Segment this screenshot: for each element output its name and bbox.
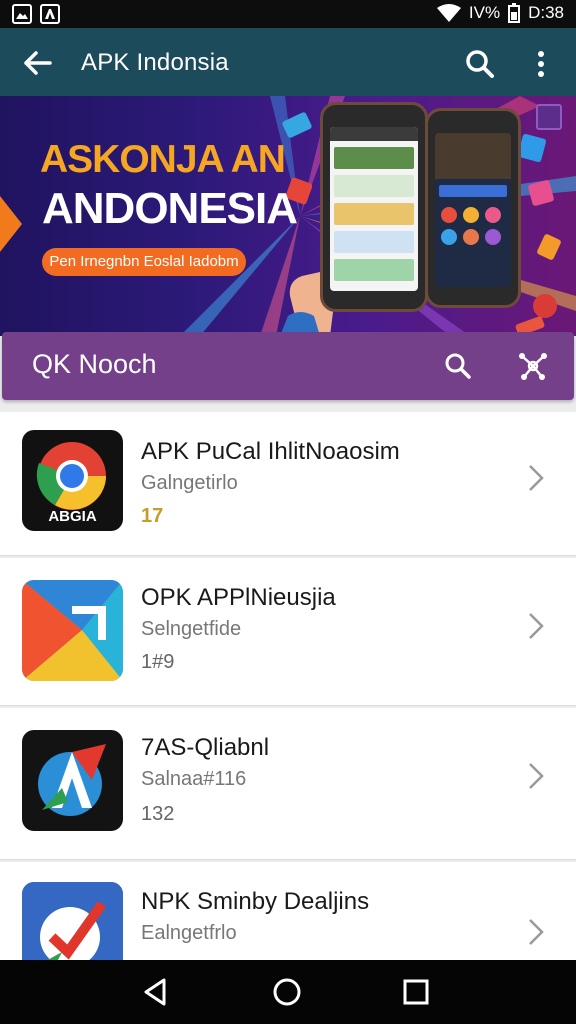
chevron-right-icon	[529, 763, 544, 789]
item-title: 7AS-Qliabnl	[141, 734, 270, 761]
clock: D:38	[528, 3, 564, 22]
item-meta: 132	[141, 803, 175, 825]
overflow-menu-button[interactable]	[528, 46, 554, 82]
nav-back-button[interactable]	[140, 976, 172, 1008]
circle-home-icon	[273, 978, 301, 1006]
phone-illustration-left	[320, 102, 428, 312]
chevron-right-icon	[529, 465, 544, 491]
triangle-back-icon	[144, 978, 166, 1006]
arrow-left-icon	[24, 51, 52, 75]
section-header-bar: QK Nooch	[2, 332, 574, 400]
item-title: APK PuCal IhlitNoaosim	[141, 438, 400, 465]
chevron-right-icon	[529, 919, 544, 945]
battery-icon	[508, 3, 521, 23]
promo-banner[interactable]: ASKONJA AN ANDONESIA Pen Irnegnbn Eoslal…	[0, 96, 576, 336]
banner-badge-icon	[536, 104, 562, 130]
banner-cta-button[interactable]: Pen Irnegnbn Eoslal Iadobm	[42, 248, 246, 276]
gallery-notification-icon	[12, 4, 32, 24]
nav-home-button[interactable]	[271, 976, 303, 1008]
item-subtitle: Galngetirlo	[141, 472, 238, 494]
page-title: APK Indonsia	[81, 49, 229, 76]
search-button[interactable]	[462, 46, 498, 82]
screen: IV% D:38 APK Indonsia ASKONJA AN ANDONES…	[0, 0, 576, 1024]
nav-recents-button[interactable]	[400, 976, 432, 1008]
banner-headline-secondary: ANDONESIA	[42, 184, 298, 233]
list-item[interactable]: 7AS-Qliabnl Salnaa#116 132	[0, 708, 576, 860]
list-item[interactable]: OPK APPlNieusjia Selngetfide 1#9	[0, 558, 576, 706]
search-icon	[445, 353, 471, 379]
list-item[interactable]: NPK Sminby Dealjins Ealngetfrlo	[0, 862, 576, 983]
section-search-button[interactable]	[442, 350, 474, 382]
system-nav-bar	[0, 960, 576, 1024]
app-icon-label: ABGIA	[48, 508, 97, 525]
search-icon	[466, 50, 494, 78]
a-logo-icon	[22, 730, 123, 831]
section-title: QK Nooch	[32, 349, 157, 379]
wifi-icon	[436, 4, 461, 22]
app-bar: APK Indonsia	[0, 28, 576, 96]
item-subtitle: Salnaa#116	[141, 768, 247, 790]
section-share-button[interactable]	[516, 350, 550, 382]
back-button[interactable]	[18, 46, 56, 80]
banner-headline: ASKONJA AN	[40, 138, 286, 181]
item-title: NPK Sminby Dealjins	[141, 888, 370, 915]
share-nodes-icon	[519, 353, 547, 380]
item-title: OPK APPlNieusjia	[141, 584, 336, 611]
more-vert-icon	[538, 51, 544, 77]
list-item[interactable]: ABGIA APK PuCal IhlitNoaosim Galngetirlo…	[0, 412, 576, 556]
banner-arrow-decoration	[0, 196, 22, 252]
signal-text: IV%	[468, 3, 501, 22]
square-recents-icon	[403, 979, 429, 1005]
chevron-right-icon	[529, 613, 544, 639]
item-meta: 1#9	[141, 651, 175, 673]
item-subtitle: Selngetfide	[141, 618, 242, 640]
store-notification-icon	[40, 4, 60, 24]
status-bar: IV% D:38	[0, 0, 576, 28]
item-subtitle: Ealngetfrlo	[141, 922, 237, 944]
play-arrow-icon	[22, 580, 123, 681]
item-meta: 17	[141, 505, 164, 527]
phone-illustration-right	[425, 108, 521, 308]
chrome-style-icon: ABGIA	[22, 430, 123, 531]
